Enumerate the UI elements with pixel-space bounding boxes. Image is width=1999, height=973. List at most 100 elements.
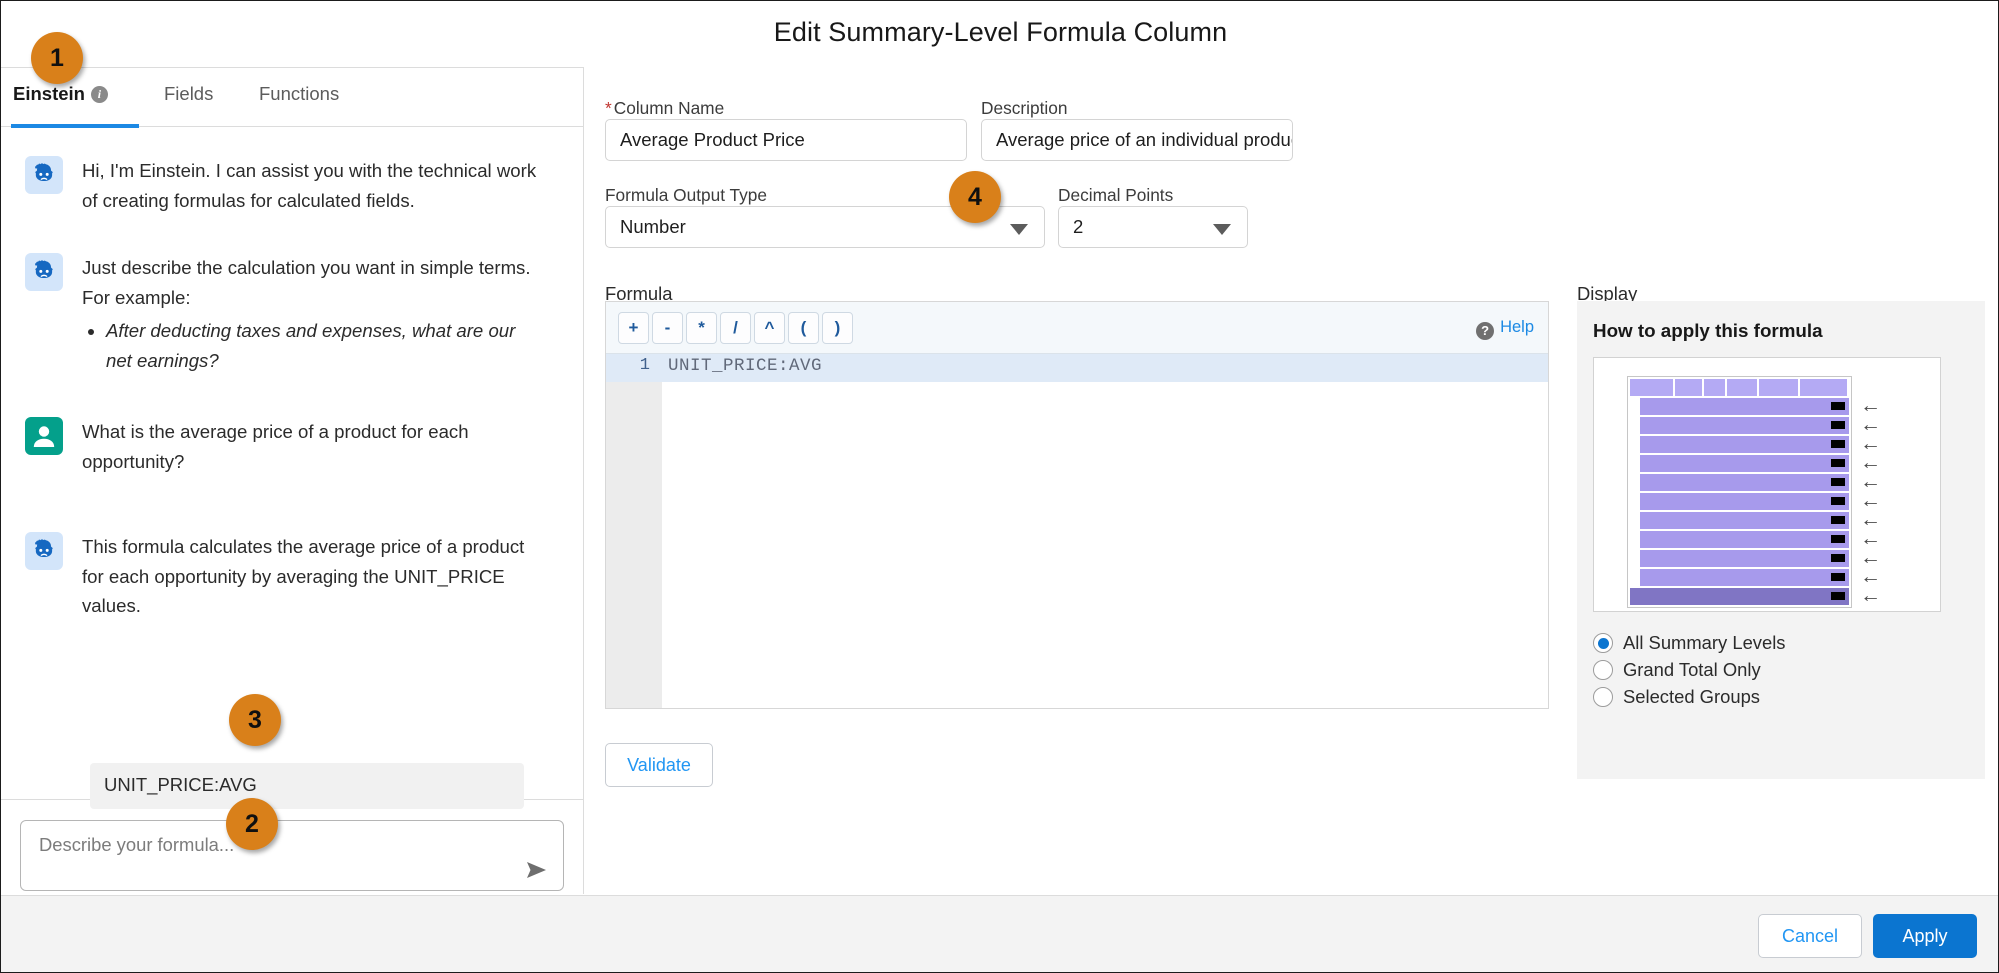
einstein-bot-icon [25,253,63,291]
required-marker: * [605,98,612,118]
arrow-left-icon: ← [1860,588,1882,605]
decimal-points-value: 2 [1073,216,1083,237]
summary-levels-illustration: ← ← ← ← ← ← ← ← ← ← ← [1593,357,1941,612]
illustration-row [1640,493,1849,510]
decimal-points-label: Decimal Points [1058,185,1173,206]
describe-formula-placeholder: Describe your formula... [39,834,234,856]
tab-einstein[interactable]: Einstein i [13,83,108,105]
chat-message: Just describe the calculation you want i… [25,253,545,375]
tab-einstein-label: Einstein [13,83,85,104]
display-options-card: How to apply this formula [1577,301,1985,779]
help-link-label: Help [1500,318,1534,336]
chat-example-item: After deducting taxes and expenses, what… [106,316,545,375]
question-mark-icon: ? [1476,322,1494,340]
chevron-down-icon [1010,224,1028,235]
illustration-row [1640,398,1849,415]
illustration-value-mark [1831,592,1845,600]
illustration-value-mark [1831,516,1845,524]
radio-all-summary-levels[interactable]: All Summary Levels [1593,632,1786,654]
operator-multiply-button[interactable]: * [686,312,717,344]
user-avatar-icon [25,417,63,455]
chat-message-text: What is the average price of a product f… [82,417,545,476]
operator-minus-button[interactable]: - [652,312,683,344]
chat-message: What is the average price of a product f… [25,417,545,476]
operator-plus-button[interactable]: + [618,312,649,344]
decimal-points-select[interactable]: 2 [1058,206,1248,248]
formula-output-type-value: Number [620,216,686,237]
radio-indicator [1593,660,1613,680]
illustration-row [1640,436,1849,453]
modal-footer: Cancel Apply [1,895,1998,972]
illustration-value-mark [1831,402,1845,410]
page-title: Edit Summary-Level Formula Column [1,17,1999,48]
chat-message-text: Hi, I'm Einstein. I can assist you with … [82,156,545,215]
illustration-row [1640,417,1849,434]
send-icon[interactable] [523,857,549,883]
editor-line-number: 1 [606,356,650,375]
operator-power-button[interactable]: ^ [754,312,785,344]
chat-message-body: Just describe the calculation you want i… [82,253,545,375]
illustration-value-mark [1831,573,1845,581]
operator-divide-button[interactable]: / [720,312,751,344]
description-label: Description [981,98,1067,119]
illustration-value-mark [1831,497,1845,505]
radio-indicator [1593,687,1613,707]
describe-formula-area: Describe your formula... [1,801,583,894]
chat-message: This formula calculates the average pric… [25,532,545,621]
validate-button[interactable]: Validate [605,743,713,787]
radio-label: All Summary Levels [1623,632,1786,654]
callout-badge-4: 4 [949,171,1001,223]
operator-close-paren-button[interactable]: ) [822,312,853,344]
illustration-row [1640,531,1849,548]
callout-badge-1: 1 [31,32,83,84]
describe-formula-input[interactable]: Describe your formula... [20,820,564,891]
chat-message-text: Just describe the calculation you want i… [82,257,531,308]
description-input[interactable]: Average price of an individual product [981,119,1293,161]
chat-message-text: This formula calculates the average pric… [82,532,545,621]
illustration-row [1640,474,1849,491]
einstein-panel: Einsteini Fields Functions Hi, I'm [1,67,584,894]
chat-message-examples: After deducting taxes and expenses, what… [82,316,545,375]
illustration-table-header [1630,379,1849,396]
column-name-label: *Column Name [605,98,724,119]
illustration-row [1640,569,1849,586]
illustration-row [1640,550,1849,567]
column-name-input[interactable]: Average Product Price [605,119,967,161]
info-icon[interactable]: i [91,86,108,103]
chevron-down-icon [1213,224,1231,235]
display-card-title: How to apply this formula [1593,320,1823,342]
apply-button[interactable]: Apply [1873,914,1977,958]
illustration-value-mark [1831,421,1845,429]
editor-gutter [606,354,662,708]
callout-badge-3: 3 [229,694,281,746]
illustration-row [1640,455,1849,472]
formula-toolbar: + - * / ^ ( ) ? Help [606,302,1548,354]
radio-indicator [1593,633,1613,653]
suggested-formula-text: UNIT_PRICE:AVG [104,774,257,796]
illustration-value-mark [1831,440,1845,448]
illustration-value-mark [1831,554,1845,562]
edit-summary-formula-modal: Edit Summary-Level Formula Column Einste… [0,0,1999,973]
radio-label: Grand Total Only [1623,659,1761,681]
illustration-value-mark [1831,459,1845,467]
einstein-bot-icon [25,156,63,194]
illustration-table [1627,376,1852,608]
chat-message: Hi, I'm Einstein. I can assist you with … [25,156,545,215]
operator-open-paren-button[interactable]: ( [788,312,819,344]
tab-fields[interactable]: Fields [164,83,213,105]
callout-badge-2: 2 [226,798,278,850]
formula-code-input[interactable]: UNIT_PRICE:AVG [668,356,822,376]
illustration-grand-total-row [1630,588,1849,605]
help-link[interactable]: ? Help [1476,318,1534,340]
illustration-value-mark [1831,478,1845,486]
radio-grand-total-only[interactable]: Grand Total Only [1593,659,1761,681]
tab-bar: Einstein i Fields Functions [1,67,584,127]
einstein-bot-icon [25,532,63,570]
tab-functions[interactable]: Functions [259,83,339,105]
formula-output-type-label: Formula Output Type [605,185,767,206]
cancel-button[interactable]: Cancel [1758,914,1862,958]
radio-selected-groups[interactable]: Selected Groups [1593,686,1760,708]
radio-label: Selected Groups [1623,686,1760,708]
illustration-row [1640,512,1849,529]
formula-editor: + - * / ^ ( ) ? Help 1 UNIT_PRICE:AVG [605,301,1549,709]
